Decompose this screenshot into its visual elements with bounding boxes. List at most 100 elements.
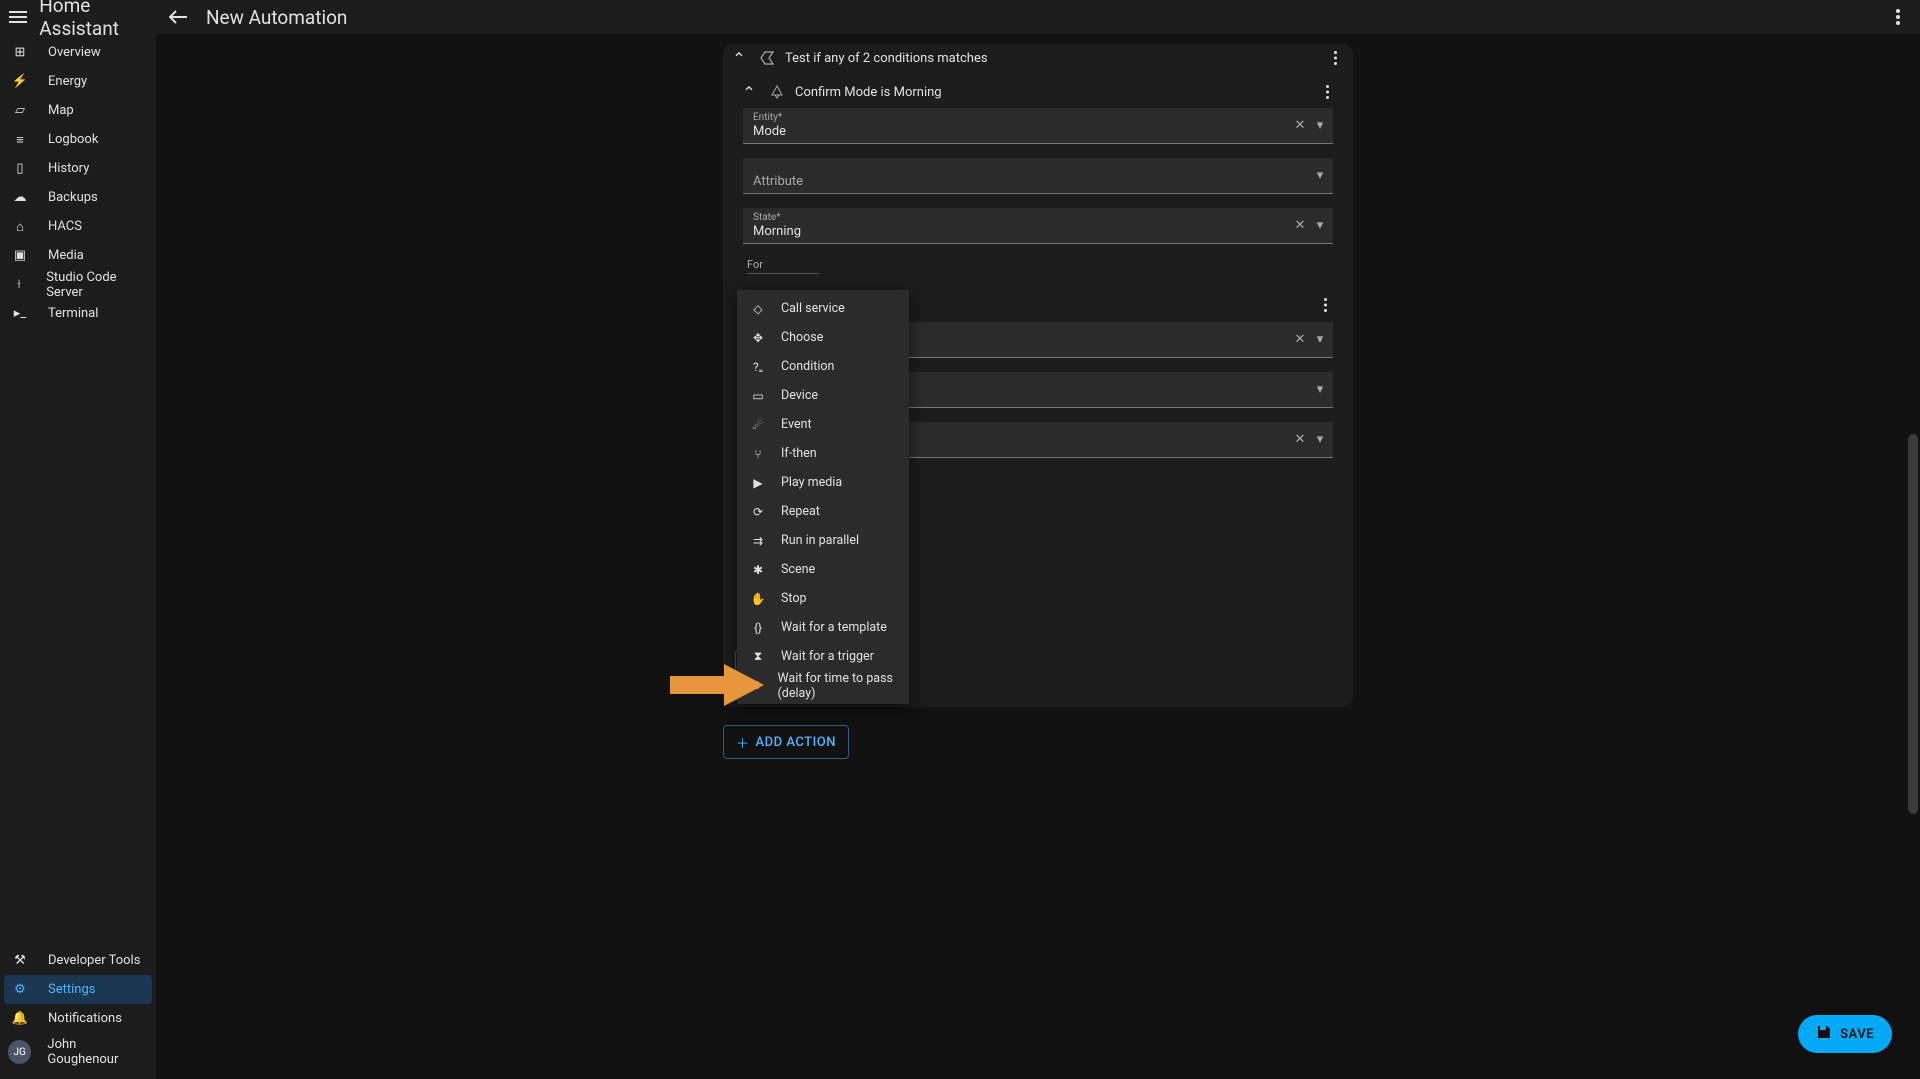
play-box-icon: ▣ — [12, 248, 28, 263]
sidebar-nav: ⊞ Overview ⚡Energy ▱ Map ≡Logbook ▯History… — [0, 34, 156, 946]
store-icon: ⌂ — [12, 219, 28, 235]
dd-device[interactable]: ▭Device — [737, 381, 909, 410]
sidebar-item-label: Overview — [48, 45, 101, 60]
scrollbar-thumb[interactable] — [1908, 434, 1918, 814]
save-icon — [1816, 1024, 1832, 1044]
caret-down-icon[interactable]: ▾ — [1313, 218, 1327, 233]
sidebar-item-media[interactable]: ▣ Media — [4, 241, 152, 270]
dd-play-media[interactable]: ▶Play media — [737, 468, 909, 497]
bolt-icon: ⚡ — [12, 74, 28, 89]
caret-down-icon[interactable]: ▾ — [1313, 382, 1327, 397]
list-icon: ≡ — [12, 132, 28, 148]
sidebar-item-logbook[interactable]: ≡Logbook — [4, 125, 152, 154]
hand-icon: ✋ — [751, 592, 765, 606]
sidebar: Home Assistant ⊞ Overview ⚡Energy ▱ Map ≡L… — [0, 0, 156, 1079]
scrollbar[interactable] — [1906, 34, 1920, 1079]
sidebar-item-label: Settings — [48, 982, 95, 997]
for-label: For — [747, 258, 1343, 271]
page-menu-button[interactable] — [1886, 5, 1910, 29]
condition-2-menu-button[interactable] — [1315, 298, 1335, 312]
entity-field[interactable]: Entity* Mode ✕ ▾ — [743, 108, 1333, 144]
if-block-header: ⌃ Test if any of 2 conditions matches — [723, 44, 1353, 72]
sidebar-item-label: Backups — [48, 190, 98, 205]
dd-label: Device — [781, 388, 818, 403]
page-title: New Automation — [206, 6, 347, 29]
sidebar-item-map[interactable]: ▱ Map — [4, 96, 152, 125]
clear-icon[interactable]: ✕ — [1293, 218, 1307, 233]
back-button[interactable] — [166, 5, 190, 29]
sidebar-item-label: Studio Code Server — [46, 270, 144, 300]
sidebar-item-label: HACS — [48, 219, 82, 234]
sidebar-item-notifications[interactable]: 🔔Notifications — [4, 1004, 152, 1033]
condition-1-menu-button[interactable] — [1317, 85, 1337, 99]
dd-parallel[interactable]: ⇉Run in parallel — [737, 526, 909, 555]
bell-icon: 🔔 — [12, 1011, 28, 1026]
branch-icon: ⑂ — [751, 447, 765, 461]
menu-icon[interactable] — [8, 5, 27, 29]
for-input[interactable] — [747, 273, 819, 274]
sidebar-item-history[interactable]: ▯History — [4, 154, 152, 183]
clear-icon[interactable]: ✕ — [1293, 332, 1307, 347]
dd-condition[interactable]: ?₌ Condition — [737, 352, 909, 381]
sidebar-item-label: Media — [48, 248, 84, 263]
parallel-icon: ⇉ — [751, 534, 765, 548]
condition-icon: ?₌ — [751, 360, 765, 374]
dd-repeat[interactable]: ⟳Repeat — [737, 497, 909, 526]
dd-call-service[interactable]: ◇Call service — [737, 294, 909, 323]
dd-event[interactable]: ☄Event — [737, 410, 909, 439]
dashboard-icon: ⊞ — [12, 45, 28, 60]
sidebar-header: Home Assistant — [0, 0, 156, 34]
event-icon: ☄ — [751, 418, 765, 432]
dd-scene[interactable]: ✱Scene — [737, 555, 909, 584]
clear-icon[interactable]: ✕ — [1293, 432, 1307, 447]
caret-down-icon[interactable]: ▾ — [1313, 432, 1327, 447]
sidebar-item-backups[interactable]: ☁Backups — [4, 183, 152, 212]
save-button[interactable]: SAVE — [1798, 1015, 1892, 1053]
sidebar-item-overview[interactable]: ⊞ Overview — [4, 38, 152, 67]
user-name: John Goughenour — [47, 1037, 148, 1067]
add-action-label: ADD ACTION — [756, 735, 836, 750]
chevron-down-icon[interactable]: ⌃ — [739, 83, 759, 102]
sidebar-item-settings[interactable]: ⚙Settings — [4, 975, 152, 1004]
dd-choose[interactable]: ✥ Choose — [737, 323, 909, 352]
dd-label: Wait for time to pass (delay) — [778, 671, 896, 701]
dd-label: Condition — [781, 359, 834, 374]
room-service-icon: ◇ — [751, 302, 765, 316]
dd-label: Play media — [781, 475, 842, 490]
attribute-field[interactable]: Attribute ▾ — [743, 158, 1333, 194]
caret-down-icon[interactable]: ▾ — [1313, 118, 1327, 133]
flag-icon — [757, 51, 777, 65]
state-field[interactable]: State* Morning ✕ ▾ — [743, 208, 1333, 244]
dd-stop[interactable]: ✋ Stop — [737, 584, 909, 613]
sidebar-item-devtools[interactable]: ⚒ Developer Tools — [4, 946, 152, 975]
map-icon: ▱ — [12, 103, 28, 118]
sidebar-item-hacs[interactable]: ⌂ HACS — [4, 212, 152, 241]
clear-icon[interactable]: ✕ — [1293, 118, 1307, 133]
chevron-down-icon[interactable]: ⌃ — [729, 49, 749, 68]
caret-down-icon[interactable]: ▾ — [1313, 168, 1327, 183]
condition-1-header: ⌃ Confirm Mode is Morning — [733, 76, 1343, 108]
sidebar-item-label: Developer Tools — [48, 953, 140, 968]
dd-wait-template[interactable]: {}Wait for a template — [737, 613, 909, 642]
condition-1-title: Confirm Mode is Morning — [795, 85, 1309, 100]
sidebar-user[interactable]: JG John Goughenour — [0, 1033, 156, 1071]
state-value: Morning — [753, 224, 801, 239]
dd-label: Stop — [781, 591, 807, 606]
terminal-icon: ▸_ — [12, 306, 28, 321]
sidebar-item-label: Map — [48, 103, 74, 118]
action-type-dropdown: ◇Call service ✥ Choose ?₌ Condition ▭Devic… — [737, 290, 909, 704]
dd-label: Repeat — [781, 504, 820, 519]
dd-label: Choose — [781, 330, 823, 345]
sidebar-item-label: History — [48, 161, 89, 176]
hammer-icon: ⚒ — [12, 953, 28, 968]
sidebar-item-energy[interactable]: ⚡Energy — [4, 67, 152, 96]
sidebar-item-terminal[interactable]: ▸_Terminal — [4, 299, 152, 328]
if-block-menu-button[interactable] — [1325, 51, 1345, 65]
arrow-decision-icon: ✥ — [751, 331, 765, 345]
dd-if-then[interactable]: ⑂If-then — [737, 439, 909, 468]
sidebar-item-studio[interactable]: ⟊ Studio Code Server — [4, 270, 152, 299]
vscode-icon: ⟊ — [12, 277, 26, 292]
add-action-outer-button[interactable]: ＋ ADD ACTION — [723, 725, 849, 759]
state-icon — [767, 85, 787, 99]
caret-down-icon[interactable]: ▾ — [1313, 332, 1327, 347]
